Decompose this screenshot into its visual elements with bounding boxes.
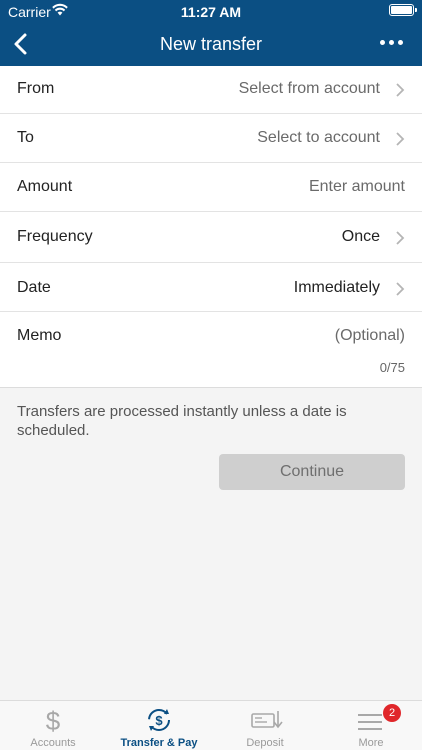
more-dots-icon[interactable]: [380, 38, 404, 48]
tab-label-deposit: Deposit: [246, 737, 284, 749]
tab-label-transfer-pay: Transfer & Pay: [120, 737, 198, 749]
app-header: Carrier 11:27 AM New transfer: [0, 0, 422, 66]
info-area: Transfers are processed instantly unless…: [0, 388, 422, 700]
tab-bar: $ Accounts $ Transfer & Pay Deposit 2 Mo…: [0, 700, 422, 750]
date-label: Date: [17, 279, 51, 296]
menu-icon: [358, 714, 382, 730]
chevron-right-icon: [396, 83, 405, 97]
tab-label-accounts: Accounts: [30, 737, 76, 749]
page-title: New transfer: [159, 34, 263, 54]
tab-transfer-pay[interactable]: $ Transfer & Pay: [106, 701, 212, 750]
tab-label-more: More: [358, 737, 384, 749]
dollar-icon: $: [46, 706, 61, 734]
to-account-value: Select to account: [257, 129, 380, 146]
continue-button[interactable]: Continue: [219, 454, 405, 490]
info-message: Transfers are processed instantly unless…: [17, 403, 347, 439]
to-account-row[interactable]: To Select to account: [0, 114, 422, 163]
tab-accounts[interactable]: $ Accounts: [0, 701, 106, 750]
tab-more[interactable]: 2 More: [318, 701, 422, 750]
memo-label: Memo: [17, 327, 62, 344]
check-deposit-icon: [251, 711, 283, 729]
from-label: From: [17, 80, 55, 97]
frequency-label: Frequency: [17, 228, 93, 245]
amount-input[interactable]: Enter amount: [309, 178, 405, 196]
memo-row[interactable]: Memo (Optional) 0/75: [0, 312, 422, 388]
date-row[interactable]: Date Immediately: [0, 263, 422, 312]
to-label: To: [17, 129, 34, 146]
from-account-row[interactable]: From Select from account: [0, 66, 422, 114]
status-time: 11:27 AM: [180, 4, 242, 20]
svg-text:$: $: [155, 713, 163, 728]
amount-label: Amount: [17, 178, 73, 195]
chevron-right-icon: [396, 132, 405, 146]
svg-text:$: $: [46, 706, 61, 734]
chevron-right-icon: [396, 231, 405, 245]
tab-deposit[interactable]: Deposit: [212, 701, 318, 750]
from-account-value: Select from account: [238, 80, 380, 97]
battery-icon: [389, 4, 417, 16]
chevron-right-icon: [396, 282, 405, 296]
frequency-row[interactable]: Frequency Once: [0, 212, 422, 263]
notification-badge: 2: [383, 704, 401, 722]
amount-row[interactable]: Amount Enter amount: [0, 163, 422, 212]
date-value: Immediately: [293, 279, 380, 296]
status-bar: Carrier 11:27 AM: [0, 0, 422, 22]
memo-input[interactable]: (Optional): [335, 327, 405, 345]
memo-char-counter: 0/75: [379, 360, 405, 375]
transfer-pay-icon: $: [148, 709, 170, 731]
frequency-value: Once: [341, 228, 380, 245]
